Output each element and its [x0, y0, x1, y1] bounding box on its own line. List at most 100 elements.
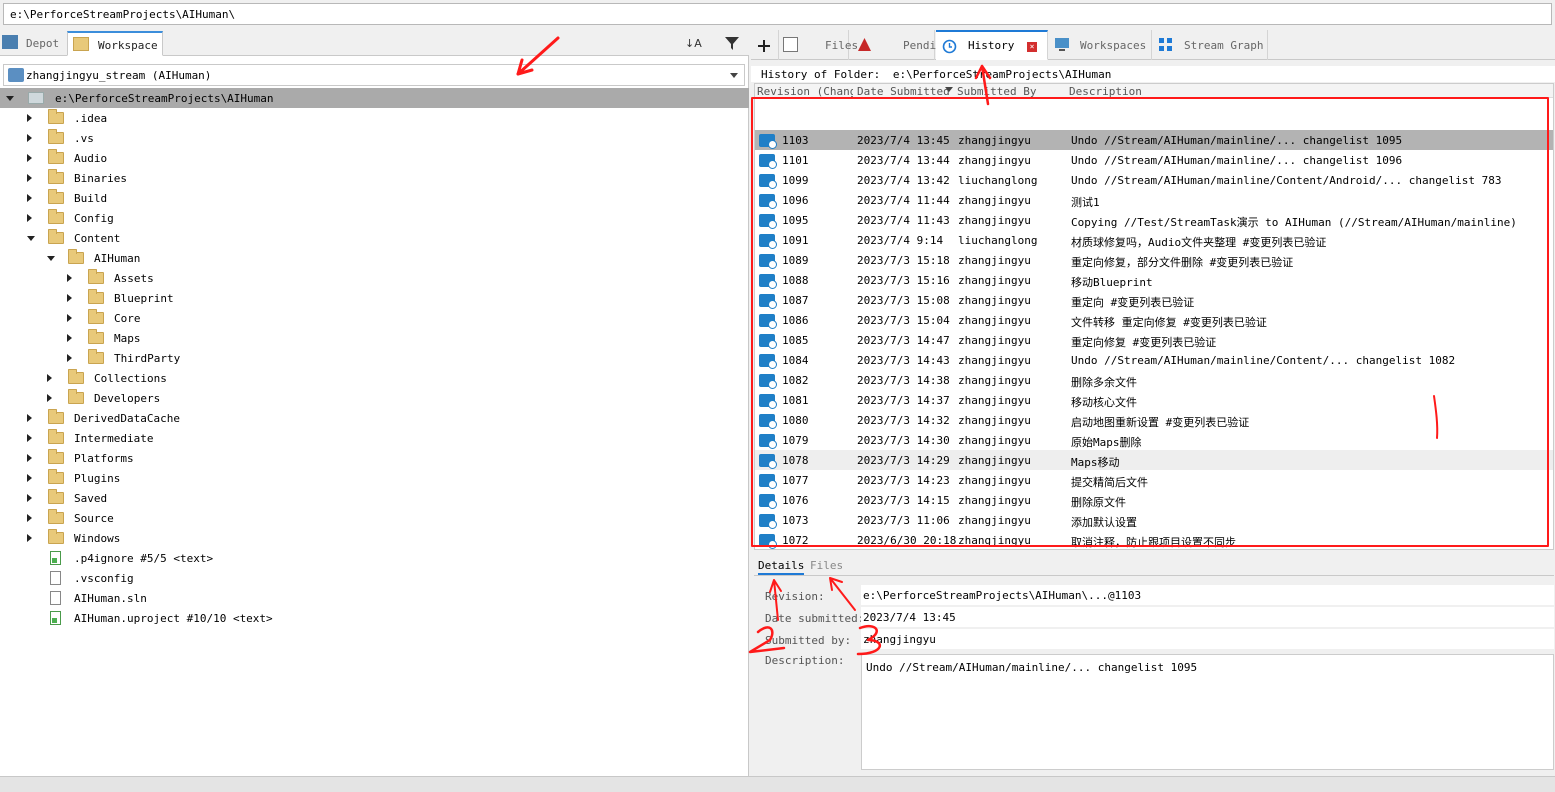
- history-row[interactable]: 1099 2023/7/4 13:42 liuchanglong Undo //Str…: [755, 170, 1553, 190]
- collapse-icon[interactable]: [47, 256, 55, 261]
- tree-row[interactable]: Intermediate: [0, 428, 749, 448]
- tree-row[interactable]: Developers: [0, 388, 749, 408]
- tree-row[interactable]: .vs: [0, 128, 749, 148]
- expand-icon[interactable]: [27, 134, 32, 142]
- expand-icon[interactable]: [27, 114, 32, 122]
- path-field[interactable]: e:\PerforceStreamProjects\AIHuman\: [3, 3, 1552, 25]
- expand-icon[interactable]: [27, 174, 32, 182]
- history-row[interactable]: 1086 2023/7/3 15:04 zhangjingyu 文件转移 重定向修复 …: [755, 310, 1553, 330]
- tree-row[interactable]: .p4ignore #5/5 <text>: [0, 548, 749, 568]
- history-row[interactable]: 1076 2023/7/3 14:15 zhangjingyu 删除原文件: [755, 490, 1553, 510]
- tree-row[interactable]: Collections: [0, 368, 749, 388]
- sort-icon[interactable]: ↓A: [684, 34, 702, 52]
- file-icon: [50, 551, 61, 565]
- tab-details-files[interactable]: Files: [810, 559, 843, 572]
- tree-row[interactable]: DerivedDataCache: [0, 408, 749, 428]
- expand-icon[interactable]: [27, 194, 32, 202]
- changelist-icon: [759, 274, 777, 289]
- tree-row[interactable]: Plugins: [0, 468, 749, 488]
- tree-item-label: DerivedDataCache: [74, 412, 180, 425]
- tree-row[interactable]: Assets: [0, 268, 749, 288]
- tab-workspace[interactable]: Workspace: [67, 31, 163, 56]
- tab-details[interactable]: Details: [758, 559, 805, 575]
- column-header-description[interactable]: Description: [1069, 85, 1269, 98]
- tree-item-label: Config: [74, 212, 114, 225]
- expand-icon[interactable]: [27, 434, 32, 442]
- tree-row[interactable]: Windows: [0, 528, 749, 548]
- tree-row[interactable]: Saved: [0, 488, 749, 508]
- history-row[interactable]: 1079 2023/7/3 14:30 zhangjingyu 原始Maps删除: [755, 430, 1553, 450]
- tree-row[interactable]: Config: [0, 208, 749, 228]
- tree-row[interactable]: Core: [0, 308, 749, 328]
- history-row[interactable]: 1091 2023/7/4 9:14 liuchanglong 材质球修复吗，Audi…: [755, 230, 1553, 250]
- tree-row[interactable]: AIHuman: [0, 248, 749, 268]
- column-header-date[interactable]: Date Submitted: [857, 85, 953, 98]
- tab-workspaces[interactable]: Workspaces: [1048, 30, 1152, 60]
- tab-stream-graph[interactable]: Stream Graph: [1152, 30, 1268, 60]
- revision-cell: 1091: [782, 234, 809, 247]
- history-row[interactable]: 1078 2023/7/3 14:29 zhangjingyu Maps移动: [755, 450, 1553, 470]
- history-row[interactable]: 1084 2023/7/3 14:43 zhangjingyu Undo //Stre…: [755, 350, 1553, 370]
- history-row[interactable]: 1103 2023/7/4 13:45 zhangjingyu Undo //Stre…: [755, 130, 1553, 150]
- expand-icon[interactable]: [67, 274, 72, 282]
- collapse-icon[interactable]: [6, 96, 14, 101]
- description-box[interactable]: Undo //Stream/AIHuman/mainline/... chang…: [861, 654, 1554, 770]
- tree-row[interactable]: Platforms: [0, 448, 749, 468]
- tree-row[interactable]: .idea: [0, 108, 749, 128]
- tab-files[interactable]: Files: [779, 30, 858, 60]
- tree-row[interactable]: Binaries: [0, 168, 749, 188]
- column-header-revision[interactable]: Revision (Change: [757, 85, 853, 98]
- expand-icon[interactable]: [67, 354, 72, 362]
- expand-icon[interactable]: [27, 454, 32, 462]
- tab-history[interactable]: History ×: [936, 30, 1048, 60]
- expand-icon[interactable]: [67, 334, 72, 342]
- expand-icon[interactable]: [47, 374, 52, 382]
- revision-cell: 1078: [782, 454, 809, 467]
- collapse-icon[interactable]: [27, 236, 35, 241]
- history-row[interactable]: 1096 2023/7/4 11:44 zhangjingyu 测试1: [755, 190, 1553, 210]
- history-row[interactable]: 1080 2023/7/3 14:32 zhangjingyu 启动地图重新设置 #变…: [755, 410, 1553, 430]
- history-row[interactable]: 1082 2023/7/3 14:38 zhangjingyu 删除多余文件: [755, 370, 1553, 390]
- history-row[interactable]: 1101 2023/7/4 13:44 zhangjingyu Undo //Stre…: [755, 150, 1553, 170]
- close-tab-icon[interactable]: ×: [1027, 42, 1037, 52]
- tree-row[interactable]: Maps: [0, 328, 749, 348]
- expand-icon[interactable]: [27, 214, 32, 222]
- right-tab-bar: Files Pending History × Workspaces Strea…: [751, 30, 1555, 60]
- expand-icon[interactable]: [27, 414, 32, 422]
- tree-row[interactable]: AIHuman.uproject #10/10 <text>: [0, 608, 749, 628]
- history-row[interactable]: 1073 2023/7/3 11:06 zhangjingyu 添加默认设置: [755, 510, 1553, 530]
- tree-row[interactable]: Audio: [0, 148, 749, 168]
- history-row[interactable]: 1089 2023/7/3 15:18 zhangjingyu 重定向修复，部分文件删…: [755, 250, 1553, 270]
- tree-row[interactable]: .vsconfig: [0, 568, 749, 588]
- tree-row[interactable]: Content: [0, 228, 749, 248]
- history-row[interactable]: 1088 2023/7/3 15:16 zhangjingyu 移动Blueprint: [755, 270, 1553, 290]
- workspace-dropdown[interactable]: zhangjingyu_stream (AIHuman): [3, 64, 745, 86]
- history-row[interactable]: 1087 2023/7/3 15:08 zhangjingyu 重定向 #变更列表已验…: [755, 290, 1553, 310]
- expand-icon[interactable]: [27, 474, 32, 482]
- column-header-submitted-by[interactable]: Submitted By: [957, 85, 1067, 98]
- history-row[interactable]: 1085 2023/7/3 14:47 zhangjingyu 重定向修复 #变更列表…: [755, 330, 1553, 350]
- tab-pending[interactable]: Pending: [849, 30, 949, 60]
- history-row[interactable]: 1077 2023/7/3 14:23 zhangjingyu 提交精简后文件: [755, 470, 1553, 490]
- expand-icon[interactable]: [67, 314, 72, 322]
- expand-icon[interactable]: [27, 494, 32, 502]
- expand-icon[interactable]: [27, 534, 32, 542]
- tree-root-row[interactable]: e:\PerforceStreamProjects\AIHuman: [0, 88, 749, 108]
- tree-row[interactable]: Blueprint: [0, 288, 749, 308]
- tree-row[interactable]: AIHuman.sln: [0, 588, 749, 608]
- tree-row[interactable]: Source: [0, 508, 749, 528]
- tab-depot[interactable]: Depot: [0, 31, 66, 56]
- expand-icon[interactable]: [27, 514, 32, 522]
- filter-icon[interactable]: [723, 34, 741, 52]
- history-row[interactable]: 1072 2023/6/30 20:18 zhangjingyu 取消注释，防止跟项目…: [755, 530, 1553, 549]
- tree-row[interactable]: ThirdParty: [0, 348, 749, 368]
- tree-item-label: AIHuman.uproject #10/10 <text>: [74, 612, 273, 625]
- history-row[interactable]: 1095 2023/7/4 11:43 zhangjingyu Copying //T…: [755, 210, 1553, 230]
- expand-icon[interactable]: [67, 294, 72, 302]
- tree-row[interactable]: Build: [0, 188, 749, 208]
- expand-icon[interactable]: [27, 154, 32, 162]
- history-row[interactable]: 1081 2023/7/3 14:37 zhangjingyu 移动核心文件: [755, 390, 1553, 410]
- folder-icon: [88, 269, 104, 284]
- expand-icon[interactable]: [47, 394, 52, 402]
- add-tab-button[interactable]: [751, 30, 779, 60]
